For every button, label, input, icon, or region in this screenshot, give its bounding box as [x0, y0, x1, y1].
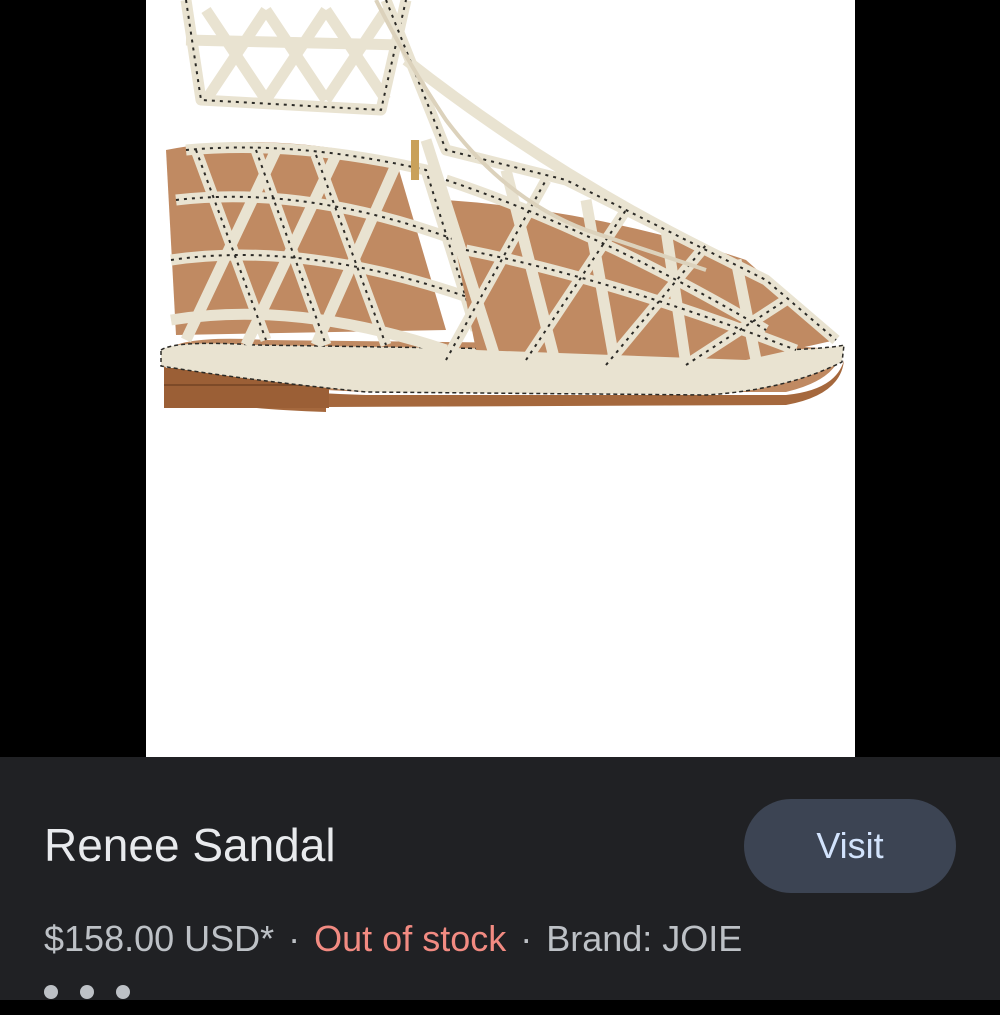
brand: Brand: JOIE	[546, 918, 743, 959]
truncated-next-line	[44, 985, 154, 1015]
sandal-illustration	[160, 0, 845, 412]
stock-status: Out of stock	[314, 918, 507, 959]
product-title: Renee Sandal	[44, 819, 336, 871]
image-viewer	[0, 0, 1000, 757]
separator: ·	[520, 918, 533, 959]
price: $158.00 USD*	[44, 918, 275, 959]
product-meta-row: $158.00 USD* · Out of stock · Brand: JOIE	[44, 918, 742, 960]
separator: ·	[288, 918, 301, 959]
visit-button[interactable]: Visit	[744, 799, 956, 893]
product-image[interactable]	[146, 0, 855, 757]
